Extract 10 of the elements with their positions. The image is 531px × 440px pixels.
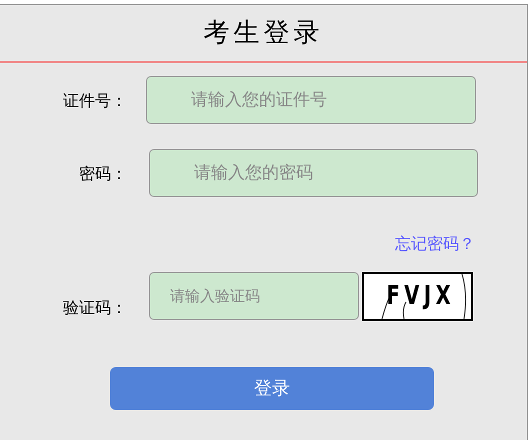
login-button[interactable]: 登录	[110, 367, 434, 410]
page-title: 考生登录	[204, 16, 324, 50]
field-label: 密码：	[79, 163, 127, 185]
captcha-image[interactable]: FVJX	[362, 272, 473, 321]
input-field[interactable]: 请输入您的证件号	[146, 76, 476, 124]
forgot-password-link[interactable]: 忘记密码？	[395, 232, 475, 256]
input-field[interactable]: 请输入您的密码	[149, 149, 478, 197]
field-label: 证件号：	[63, 90, 127, 112]
captcha-field[interactable]: 请输入验证码	[149, 272, 359, 320]
captcha-label: 验证码：	[63, 297, 127, 319]
